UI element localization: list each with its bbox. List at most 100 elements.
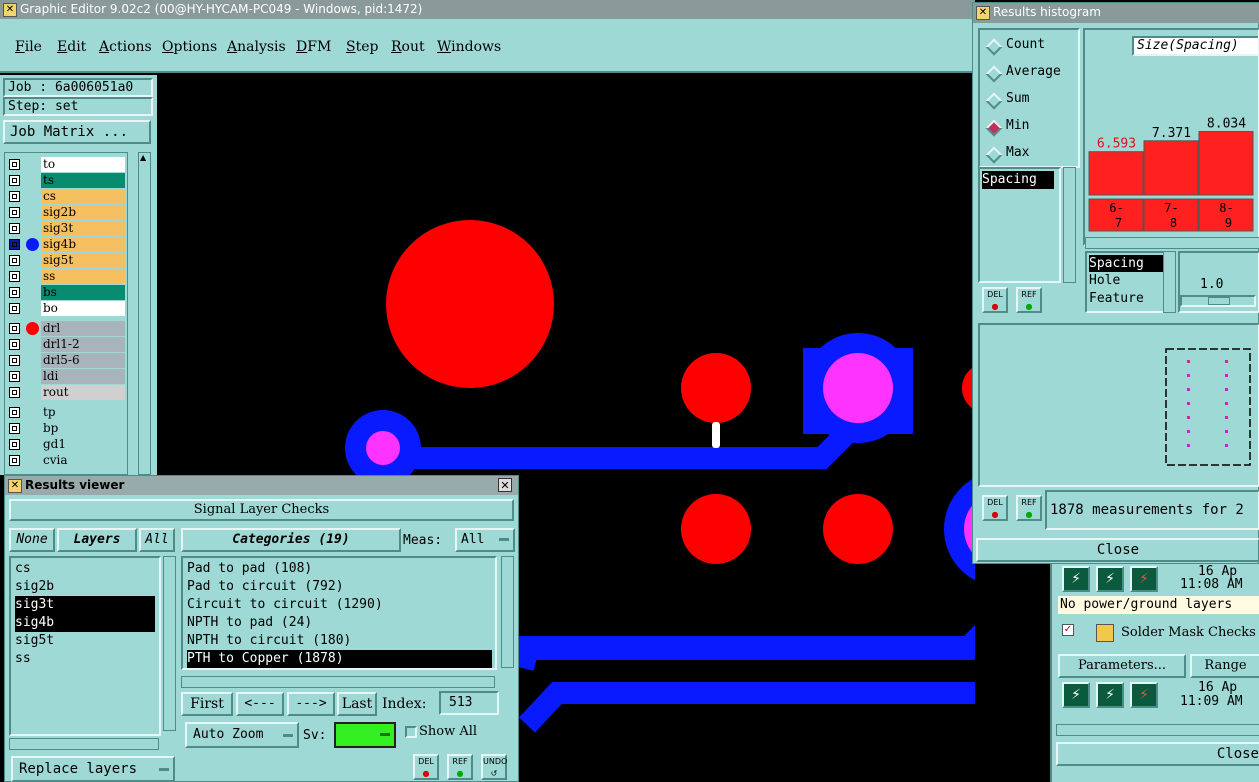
- list-item[interactable]: ss: [15, 650, 155, 668]
- layer-checkbox[interactable]: [9, 175, 20, 186]
- layer-name[interactable]: sig4b: [41, 237, 125, 252]
- categories-button[interactable]: Categories (19): [181, 528, 401, 552]
- histogram-close-button[interactable]: Close: [976, 538, 1259, 562]
- list-item[interactable]: NPTH to circuit (180): [187, 632, 492, 650]
- layer-checkbox[interactable]: [9, 371, 20, 382]
- slider-thumb[interactable]: [1208, 297, 1230, 305]
- layer-name[interactable]: cs: [41, 189, 125, 204]
- run-icon[interactable]: ⚡: [1062, 682, 1090, 708]
- layer-checkbox[interactable]: [9, 355, 20, 366]
- ref-icon[interactable]: REF ●: [447, 754, 473, 780]
- layer-display-dot-icon[interactable]: [26, 238, 39, 251]
- status-ref-icon[interactable]: REF ●: [1016, 495, 1042, 521]
- range-button[interactable]: Range: [1190, 654, 1259, 678]
- undo-icon[interactable]: UNDO ↺: [481, 754, 507, 780]
- radio-average[interactable]: [985, 65, 1003, 83]
- zoom-slider[interactable]: [1180, 295, 1256, 307]
- layer-checkbox[interactable]: [9, 191, 20, 202]
- histogram-bar[interactable]: [1198, 131, 1254, 196]
- job-matrix-button[interactable]: Job Matrix ...: [3, 120, 151, 144]
- list-item[interactable]: sig5t: [15, 632, 155, 650]
- layer-name[interactable]: drl: [41, 321, 125, 336]
- layer-name[interactable]: drl5-6: [41, 353, 125, 368]
- board-preview[interactable]: [978, 323, 1259, 487]
- layer-name[interactable]: drl1-2: [41, 337, 125, 352]
- checks-hscroll[interactable]: [1056, 724, 1259, 736]
- radio-count[interactable]: [985, 38, 1003, 56]
- del-icon[interactable]: DEL ●: [413, 754, 439, 780]
- menu-step[interactable]: Step: [346, 39, 378, 55]
- layer-row[interactable]: bs: [7, 285, 125, 300]
- list-item[interactable]: Spacing: [1089, 255, 1167, 272]
- layer-name[interactable]: bp: [41, 421, 125, 436]
- menu-analysis[interactable]: Analysis: [227, 39, 286, 55]
- layer-name[interactable]: ss: [41, 269, 125, 284]
- signal-layer-checks-button[interactable]: Signal Layer Checks: [9, 499, 514, 521]
- layer-row[interactable]: drl: [7, 321, 125, 336]
- show-all-checkbox[interactable]: [405, 726, 417, 738]
- meas-dropdown[interactable]: All: [455, 528, 515, 552]
- sub-list-vscroll[interactable]: [1163, 251, 1176, 313]
- layer-checkbox[interactable]: [9, 303, 20, 314]
- menu-options[interactable]: Options: [162, 39, 217, 55]
- layer-name[interactable]: ts: [41, 173, 125, 188]
- histogram-bar[interactable]: [1088, 151, 1144, 196]
- list-item[interactable]: Circuit to circuit (1290): [187, 596, 492, 614]
- layer-checkbox[interactable]: [9, 207, 20, 218]
- layer-name[interactable]: bs: [41, 285, 125, 300]
- none-button[interactable]: None: [9, 528, 55, 552]
- layer-row[interactable]: ts: [7, 173, 125, 188]
- layer-checkbox[interactable]: [9, 287, 20, 298]
- layer-row[interactable]: sig5t: [7, 253, 125, 268]
- parameters-button[interactable]: Parameters...: [1058, 654, 1186, 678]
- layer-row[interactable]: sig3t: [7, 221, 125, 236]
- layer-row[interactable]: drl1-2: [7, 337, 125, 352]
- list-item[interactable]: NPTH to pad (24): [187, 614, 492, 632]
- prev-button[interactable]: <---: [236, 692, 284, 716]
- results-viewer-close-icon[interactable]: ✕: [498, 478, 512, 492]
- window-close-icon[interactable]: ✕: [3, 3, 17, 17]
- layers-button[interactable]: Layers: [57, 528, 137, 552]
- index-input[interactable]: 513: [439, 691, 499, 715]
- list-item[interactable]: Pad to circuit (792): [187, 578, 492, 596]
- layer-row[interactable]: sig4b: [7, 237, 125, 252]
- stop-icon[interactable]: ⚡: [1130, 682, 1158, 708]
- radio-min[interactable]: [985, 119, 1003, 137]
- layer-name[interactable]: cvia: [41, 453, 125, 468]
- main-title-bar[interactable]: ✕ Graphic Editor 9.02c2 (00@HY-HYCAM-PC0…: [0, 0, 975, 19]
- layer-checkbox[interactable]: [9, 423, 20, 434]
- layer-name[interactable]: tp: [41, 405, 125, 420]
- layer-row[interactable]: ldi: [7, 369, 125, 384]
- layer-checkbox[interactable]: [9, 407, 20, 418]
- last-button[interactable]: Last: [337, 692, 377, 716]
- layer-row[interactable]: drl5-6: [7, 353, 125, 368]
- layer-checkbox[interactable]: [9, 255, 20, 266]
- hist-ref-icon[interactable]: REF ●: [1016, 287, 1042, 313]
- layer-row[interactable]: sig2b: [7, 205, 125, 220]
- run-icon[interactable]: ⚡: [1096, 566, 1124, 592]
- list-item[interactable]: cs: [15, 560, 155, 578]
- list-item[interactable]: sig4b: [15, 614, 155, 632]
- run-icon[interactable]: ⚡: [1062, 566, 1090, 592]
- hist-del-icon[interactable]: DEL ●: [982, 287, 1008, 313]
- scroll-up-icon[interactable]: ▲: [140, 153, 149, 162]
- all-layers-button[interactable]: All: [139, 528, 175, 552]
- layer-row[interactable]: to: [7, 157, 125, 172]
- next-button[interactable]: --->: [287, 692, 335, 716]
- layer-name[interactable]: ldi: [41, 369, 125, 384]
- layer-checkbox[interactable]: [9, 323, 20, 334]
- layer-checkbox[interactable]: [9, 387, 20, 398]
- histogram-hscroll[interactable]: [1085, 237, 1259, 249]
- radio-max[interactable]: [985, 146, 1003, 164]
- layer-row[interactable]: tp: [7, 405, 125, 420]
- sv-color-dropdown[interactable]: [334, 722, 396, 748]
- list-item[interactable]: Pad to pad (108): [187, 560, 492, 578]
- layer-checkbox[interactable]: [9, 455, 20, 466]
- stop-icon[interactable]: ⚡: [1130, 566, 1158, 592]
- menu-actions[interactable]: Actions: [99, 39, 152, 55]
- layer-row[interactable]: cvia: [7, 453, 125, 468]
- layer-checkbox[interactable]: [9, 439, 20, 450]
- categories-vscroll[interactable]: [501, 556, 514, 668]
- run-icon[interactable]: ⚡: [1096, 682, 1124, 708]
- layer-row[interactable]: ss: [7, 269, 125, 284]
